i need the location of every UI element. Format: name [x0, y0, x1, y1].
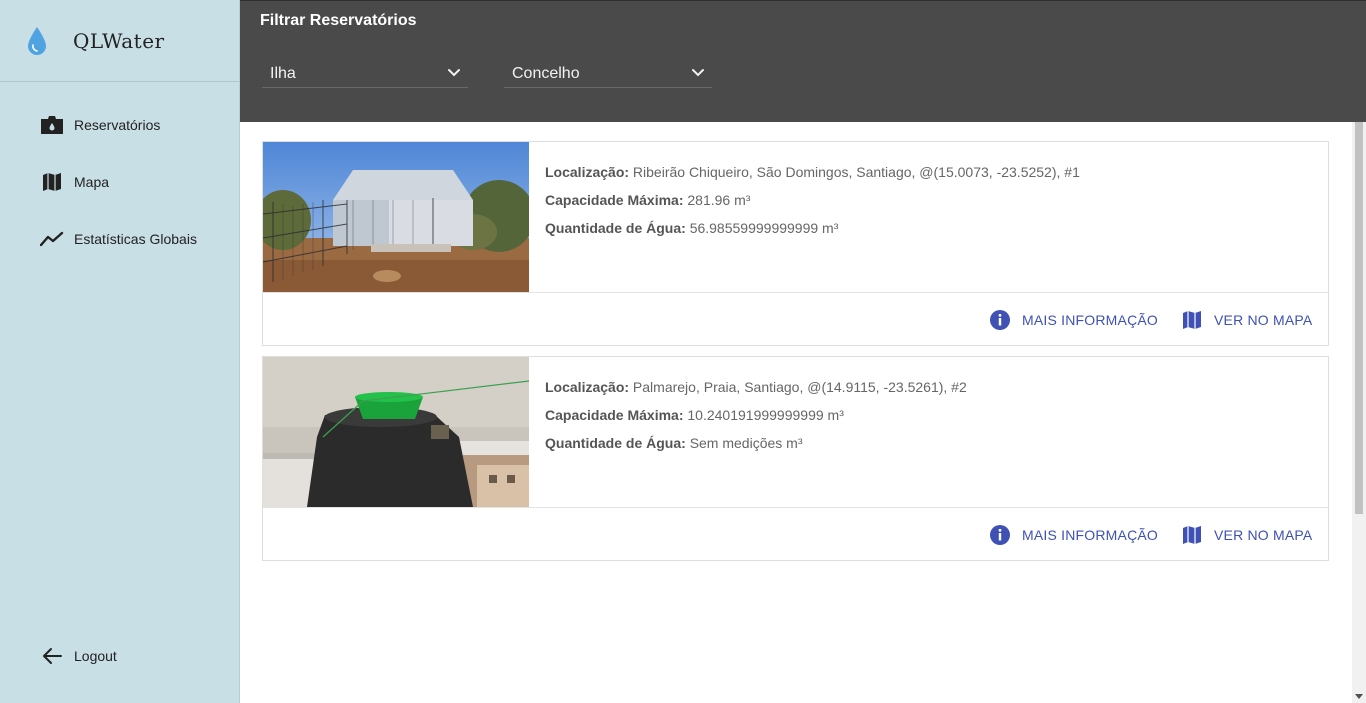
- brand: QLWater: [0, 0, 239, 82]
- sidebar-item-mapa[interactable]: Mapa: [0, 153, 239, 210]
- water-tank-icon: [40, 113, 64, 137]
- trending-line-icon: [40, 227, 64, 251]
- sidebar-item-label: Mapa: [74, 173, 110, 190]
- info-icon: [988, 308, 1012, 332]
- filter-bar: Filtrar Reservatórios Ilha Concelho: [240, 0, 1366, 122]
- sidebar-item-label: Reservatórios: [74, 116, 161, 133]
- capacity-value: 281.96 m³: [687, 192, 751, 208]
- reservoir-card: Localização: Palmarejo, Praia, Santiago,…: [262, 356, 1329, 561]
- island-select[interactable]: Ilha: [262, 53, 468, 88]
- more-info-label: MAIS INFORMAÇÃO: [1022, 527, 1159, 543]
- municipality-select[interactable]: Concelho: [504, 53, 712, 88]
- location-value: Ribeirão Chiqueiro, São Domingos, Santia…: [632, 164, 1080, 180]
- view-map-label: VER NO MAPA: [1214, 527, 1313, 543]
- card-actions: MAIS INFORMAÇÃO VER NO MAPA: [263, 292, 1328, 346]
- more-info-button[interactable]: MAIS INFORMAÇÃO: [988, 308, 1158, 332]
- view-map-button[interactable]: VER NO MAPA: [1180, 523, 1312, 547]
- water-value: Sem medições m³: [689, 435, 803, 451]
- water-label: Quantidade de Água:: [545, 435, 686, 451]
- map-icon: [1180, 523, 1204, 547]
- info-icon: [988, 523, 1012, 547]
- municipality-select-value: Concelho: [512, 65, 580, 82]
- map-icon: [1180, 308, 1204, 332]
- chevron-down-icon: [448, 69, 460, 77]
- sidebar-item-estatisticas[interactable]: Estatísticas Globais: [0, 210, 239, 267]
- more-info-button[interactable]: MAIS INFORMAÇÃO: [988, 523, 1158, 547]
- location-label: Localização:: [545, 164, 630, 180]
- sidebar-item-label: Estatísticas Globais: [74, 230, 197, 247]
- filter-title: Filtrar Reservatórios: [260, 12, 417, 29]
- app-name: QLWater: [73, 28, 165, 53]
- arrow-left-icon: [40, 644, 64, 668]
- island-select-value: Ilha: [270, 65, 296, 82]
- reservoir-photo: [263, 357, 529, 507]
- water-label: Quantidade de Água:: [545, 220, 686, 236]
- map-icon: [40, 170, 64, 194]
- logout-label: Logout: [74, 648, 117, 664]
- scrollbar-thumb[interactable]: [1355, 122, 1363, 514]
- sidebar-item-reservatorios[interactable]: Reservatórios: [0, 96, 239, 153]
- reservoir-card: Localização: Ribeirão Chiqueiro, São Dom…: [262, 141, 1329, 346]
- chevron-down-icon: [692, 69, 704, 77]
- logout-button[interactable]: Logout: [0, 631, 240, 681]
- location-value: Palmarejo, Praia, Santiago, @(14.9115, -…: [632, 379, 967, 395]
- sidebar-nav: Reservatórios Mapa Estatísticas Globais: [0, 82, 239, 267]
- more-info-label: MAIS INFORMAÇÃO: [1022, 312, 1159, 328]
- view-map-label: VER NO MAPA: [1214, 312, 1313, 328]
- capacity-value: 10.240191999999999 m³: [687, 407, 844, 423]
- reservoir-photo: [263, 142, 529, 292]
- sidebar: QLWater Reservatórios Mapa Estatísticas …: [0, 0, 240, 703]
- capacity-label: Capacidade Máxima:: [545, 407, 684, 423]
- card-actions: MAIS INFORMAÇÃO VER NO MAPA: [263, 507, 1328, 561]
- location-label: Localização:: [545, 379, 630, 395]
- reservoir-info: Localização: Palmarejo, Praia, Santiago,…: [545, 379, 967, 463]
- water-drop-icon: [28, 26, 46, 55]
- reservoir-info: Localização: Ribeirão Chiqueiro, São Dom…: [545, 164, 1080, 248]
- view-map-button[interactable]: VER NO MAPA: [1180, 308, 1312, 332]
- water-value: 56.98559999999999 m³: [689, 220, 839, 236]
- scrollbar[interactable]: [1352, 122, 1366, 703]
- capacity-label: Capacidade Máxima:: [545, 192, 684, 208]
- reservoir-list: Localização: Ribeirão Chiqueiro, São Dom…: [240, 122, 1352, 703]
- scroll-down-arrow-icon[interactable]: [1355, 692, 1363, 700]
